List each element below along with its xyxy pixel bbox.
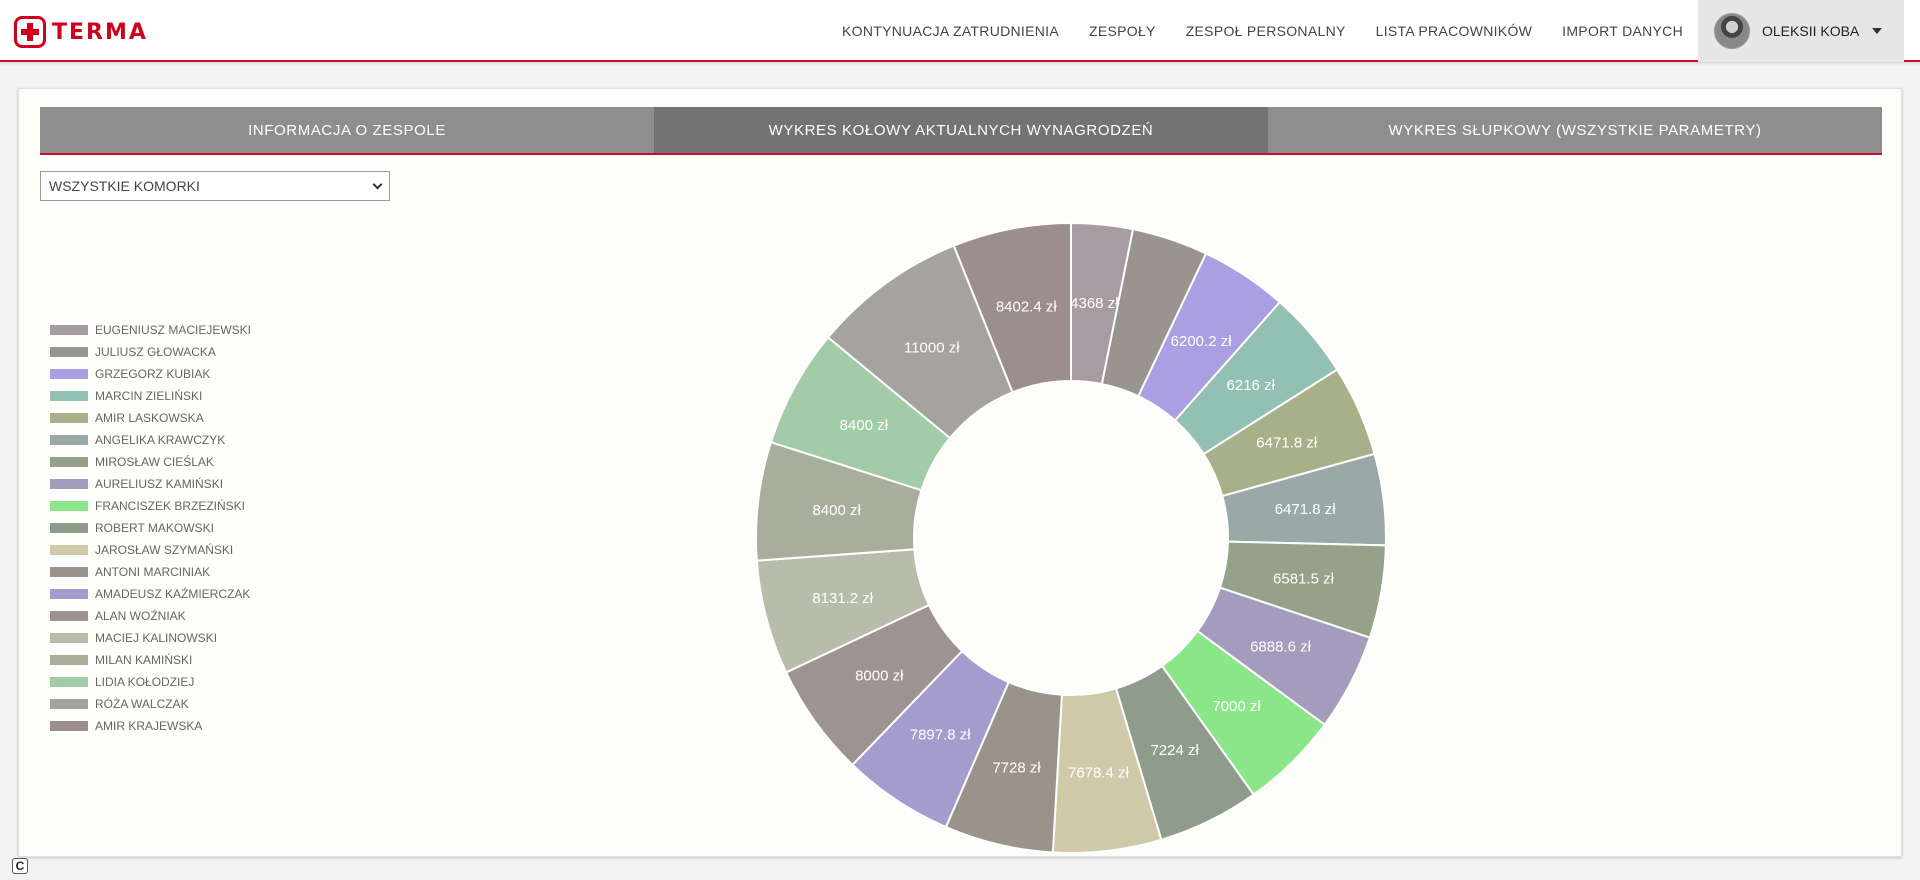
slice-label: 6471.8 zł — [1256, 434, 1318, 451]
main-nav: KONTYNUACJA ZATRUDNIENIA ZESPOŁY ZESPOŁ … — [812, 0, 1683, 62]
slice-label: 7897.8 zł — [910, 726, 972, 743]
slice-label: 8000 zł — [855, 668, 904, 685]
slice-label: 7000 zł — [1212, 698, 1261, 715]
slice-label: 11000 zł — [904, 339, 960, 356]
avatar — [1714, 13, 1750, 49]
nav-import-danych[interactable]: IMPORT DANYCH — [1562, 23, 1683, 39]
terma-cross-icon — [14, 16, 46, 48]
nav-lista-pracownikow[interactable]: LISTA PRACOWNIKÓW — [1376, 23, 1533, 39]
slice-label: 8400 zł — [812, 502, 861, 519]
terma-logo[interactable]: TERMA — [14, 16, 148, 48]
slice-label: 7224 zł — [1150, 742, 1199, 759]
slice-label: 6216 zł — [1227, 377, 1276, 394]
top-navbar: TERMA KONTYNUACJA ZATRUDNIENIA ZESPOŁY Z… — [0, 0, 1920, 62]
slice-label: 4368 zł — [1070, 295, 1119, 312]
user-menu[interactable]: OLEKSII KOBA — [1698, 0, 1904, 62]
slice-label: 8400 zł — [840, 417, 889, 434]
slice-label: 6471.8 zł — [1275, 501, 1337, 518]
slice-label: 8131.2 zł — [812, 590, 874, 607]
nav-zespol-personalny[interactable]: ZESPOŁ PERSONALNY — [1186, 23, 1346, 39]
nav-kontynuacja-zatrudnienia[interactable]: KONTYNUACJA ZATRUDNIENIA — [842, 23, 1059, 39]
content-card: INFORMACJA O ZESPOLE WYKRES KOŁOWY AKTUA… — [18, 88, 1902, 857]
slice-label: 6581.5 zł — [1273, 571, 1335, 588]
caret-down-icon[interactable] — [1872, 28, 1882, 34]
slice-label: 6888.6 zł — [1250, 639, 1312, 656]
logo-text: TERMA — [52, 19, 148, 45]
slice-label: 8402.4 zł — [996, 298, 1058, 315]
salary-donut-chart: 4368 zł 6200.2 zł 6216 zł 6471.8 zł 6471.8 z… — [755, 221, 1387, 854]
copyright-icon: C — [12, 858, 28, 874]
user-name: OLEKSII KOBA — [1762, 23, 1860, 39]
slice-label: 7728 zł — [992, 760, 1041, 777]
slice-label: 7678.4 zł — [1068, 764, 1130, 781]
slice-label: 6200.2 zł — [1171, 333, 1233, 350]
nav-zespoly[interactable]: ZESPOŁY — [1089, 23, 1156, 39]
